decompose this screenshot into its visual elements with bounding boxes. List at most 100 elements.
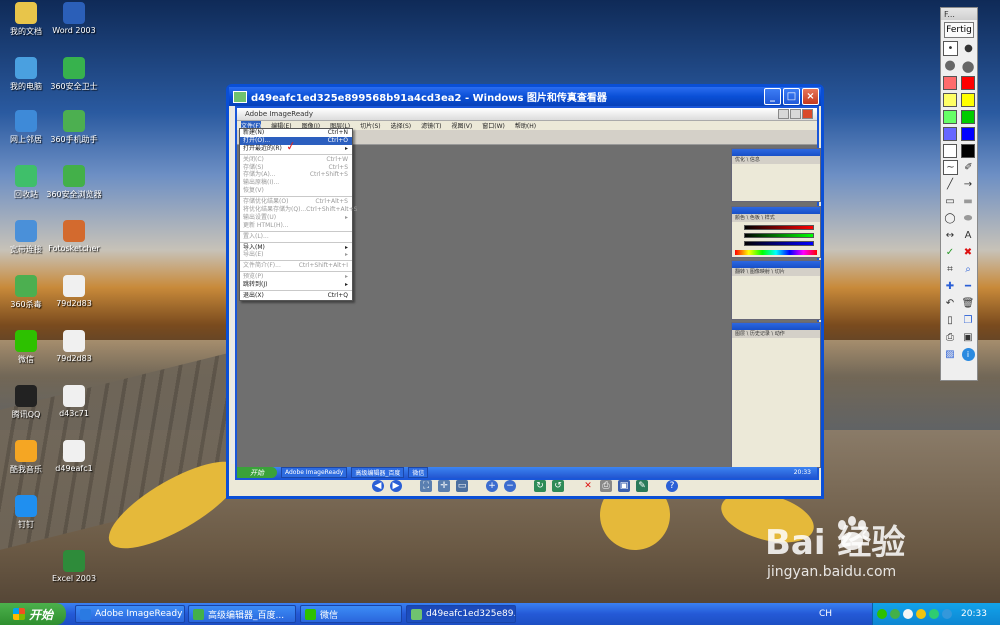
color-swatch[interactable]: [943, 92, 957, 107]
print-icon[interactable]: ⎙: [600, 479, 612, 492]
taskbar-button[interactable]: Adobe ImageReady: [75, 605, 185, 623]
check-icon[interactable]: ✓: [944, 246, 957, 259]
tray-security-icon[interactable]: [929, 609, 939, 619]
trash-icon[interactable]: 🗑: [962, 297, 975, 310]
file-menu-item: 恢复(V): [243, 187, 264, 195]
filled-ellipse-icon[interactable]: ⬬: [962, 212, 975, 225]
save-icon[interactable]: ▣: [618, 479, 630, 492]
tray-network-icon[interactable]: [903, 609, 913, 619]
start-label: 开始: [28, 607, 53, 622]
taskbar-button[interactable]: 微信: [300, 605, 402, 623]
disk-icon[interactable]: ▣: [962, 331, 975, 344]
tray-wechat-icon[interactable]: [877, 609, 887, 619]
slideshow-icon[interactable]: ▭: [456, 479, 468, 492]
minus-icon[interactable]: ━: [962, 280, 975, 293]
minimize-button[interactable]: _: [764, 88, 781, 105]
maximize-button[interactable]: □: [783, 88, 800, 105]
optimize-palette: 优化 \ 信息: [731, 148, 821, 202]
desktop-icon[interactable]: 360安全浏览器: [44, 165, 104, 200]
picture-viewer-window[interactable]: d49eafc1ed325e899568b91a4cd3ea2 - Window…: [226, 84, 824, 499]
desktop-icon[interactable]: Fotosketcher: [44, 220, 104, 253]
color-swatch[interactable]: [943, 126, 957, 141]
file-menu-item: 文件简介(F)... Ctrl+Shift+Alt+I: [243, 262, 348, 270]
rotate-counterclockwise-icon[interactable]: ↺: [552, 479, 564, 492]
previous-image-icon[interactable]: ◀: [372, 479, 384, 492]
taskbar-button-label: 高级编辑器_百度...: [208, 610, 285, 621]
file-menu-item: 输出设置(U) ▸: [243, 213, 348, 221]
ellipse-icon[interactable]: ◯: [944, 212, 957, 225]
picture-icon[interactable]: ▨: [944, 348, 957, 361]
360-security-icon: [63, 57, 85, 79]
360-browser-icon: [63, 165, 85, 187]
arrow-icon[interactable]: →: [962, 178, 975, 191]
rectangle-icon[interactable]: ▭: [944, 195, 957, 208]
desktop-icon[interactable]: 79d2d83: [44, 330, 104, 363]
move-icon[interactable]: ✚: [944, 280, 957, 293]
zoom-in-icon[interactable]: +: [486, 479, 498, 492]
browser-icon: [193, 608, 204, 620]
desktop-icon[interactable]: Excel 2003: [44, 550, 104, 583]
tray-360-icon[interactable]: [890, 609, 900, 619]
best-fit-icon[interactable]: ⛶: [420, 479, 432, 492]
broadband-icon: [15, 220, 37, 242]
color-swatch[interactable]: [961, 126, 975, 141]
cross-icon[interactable]: ✖: [962, 246, 975, 259]
desktop-icon[interactable]: 钉钉: [0, 495, 56, 530]
start-button[interactable]: 开始: [0, 603, 66, 625]
next-image-icon[interactable]: ▶: [390, 479, 402, 492]
line-icon[interactable]: ╱: [944, 178, 957, 191]
desktop-icon[interactable]: Word 2003: [44, 2, 104, 35]
rotate-clockwise-icon[interactable]: ↻: [534, 479, 546, 492]
color-swatch[interactable]: [961, 92, 975, 107]
taskbar-button[interactable]: d49eafc1ed325e89...: [406, 605, 516, 623]
desktop-icon[interactable]: d49eafc1: [44, 440, 104, 473]
double-arrow-icon[interactable]: ↔: [944, 229, 957, 242]
zoom-out-icon[interactable]: −: [504, 479, 516, 492]
actual-size-icon[interactable]: ✛: [438, 479, 450, 492]
info-icon[interactable]: i: [961, 348, 975, 361]
copy-icon[interactable]: ❐: [962, 314, 975, 327]
imageready-title: Adobe ImageReady: [245, 110, 314, 118]
desktop-icon-label: d49eafc1: [55, 464, 93, 473]
color-swatch[interactable]: [961, 75, 975, 90]
language-indicator[interactable]: CH: [819, 609, 832, 619]
help-icon[interactable]: ?: [666, 479, 678, 492]
color-swatch[interactable]: [961, 109, 975, 124]
magnifier-icon[interactable]: ⌕: [962, 263, 975, 276]
desktop-icon[interactable]: 79d2d83: [44, 275, 104, 308]
desktop-icon-label: 79d2d83: [56, 299, 92, 308]
desktop-icon[interactable]: d43c71: [44, 385, 104, 418]
delete-icon[interactable]: ✕: [582, 480, 594, 492]
tray-shield-icon[interactable]: [916, 609, 926, 619]
xlarge-dot-icon[interactable]: ●: [961, 57, 974, 75]
my-computer-icon: [15, 57, 37, 79]
text-tool-icon[interactable]: A: [962, 229, 975, 242]
eraser-icon[interactable]: ✐: [962, 161, 975, 174]
fertig-button[interactable]: Fertig: [944, 22, 974, 38]
color-swatch[interactable]: [961, 143, 975, 158]
edit-icon[interactable]: ✎: [636, 479, 648, 492]
crop-icon[interactable]: ⌗: [944, 263, 957, 276]
small-dot-icon[interactable]: •: [943, 41, 958, 56]
file-menu-item: 退出(X) Ctrl+Q: [243, 292, 348, 300]
filled-rectangle-icon[interactable]: ▬: [962, 195, 975, 208]
color-swatch[interactable]: [943, 75, 957, 90]
color-swatch[interactable]: [943, 143, 957, 158]
close-button[interactable]: ×: [802, 88, 819, 105]
tray-volume-icon[interactable]: [942, 609, 952, 619]
printer-icon[interactable]: ⎙: [944, 331, 957, 344]
fotosketcher-icon: [63, 220, 85, 242]
new-page-icon[interactable]: ▯: [944, 314, 957, 327]
desktop-icon[interactable]: 360手机助手: [44, 110, 104, 145]
viewer-titlebar[interactable]: d49eafc1ed325e899568b91a4cd3ea2 - Window…: [229, 87, 821, 106]
taskbar-button[interactable]: 高级编辑器_百度...: [188, 605, 296, 623]
medium-dot-icon[interactable]: ●: [962, 42, 975, 55]
undo-icon[interactable]: ↶: [944, 297, 957, 310]
large-dot-icon[interactable]: ●: [944, 58, 957, 73]
image-file-icon: [63, 440, 85, 462]
freehand-icon[interactable]: ∼: [943, 160, 958, 175]
desktop-icon[interactable]: 360安全卫士: [44, 57, 104, 92]
qq-icon: [15, 385, 37, 407]
color-palette: 颜色 \ 色板 \ 样式: [731, 206, 821, 258]
color-swatch[interactable]: [943, 109, 957, 124]
